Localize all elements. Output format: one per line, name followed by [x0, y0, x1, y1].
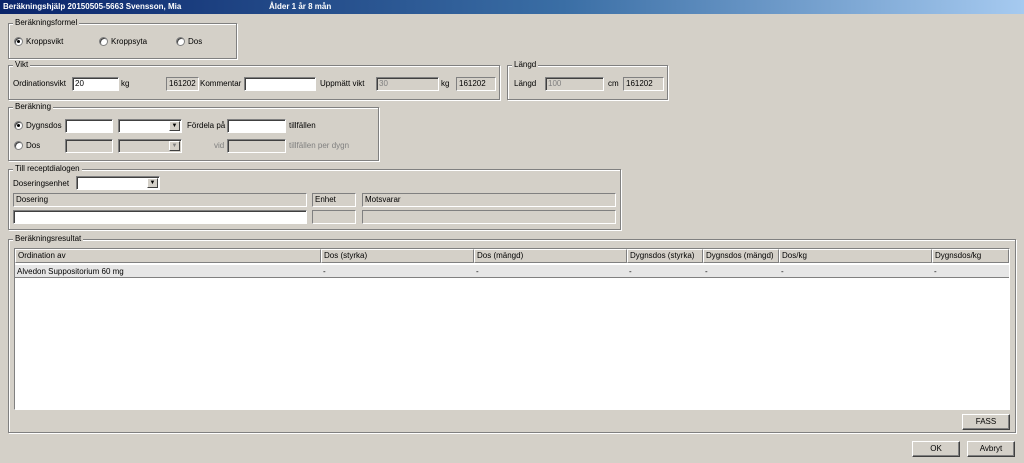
radio-dos[interactable]: [176, 37, 185, 46]
label-kroppsvikt: Kroppsvikt: [26, 37, 64, 46]
column-header-ordination[interactable]: Ordination av: [15, 249, 321, 263]
dygnsdos-input[interactable]: [65, 119, 113, 133]
length-unit: cm: [608, 79, 619, 88]
column-header-dos-kg[interactable]: Dos/kg: [779, 249, 932, 263]
dos-unit-select: ▼: [118, 139, 182, 153]
dos-unit-value: [119, 140, 121, 149]
ok-button[interactable]: OK: [912, 441, 960, 457]
table-cell: -: [323, 267, 326, 276]
radio-dygnsdos[interactable]: [14, 121, 23, 130]
radio-kroppsyta[interactable]: [99, 37, 108, 46]
length-date: 161202: [623, 77, 664, 91]
calculation-group: Beräkning Dygnsdos ▼ Fördela på tillfäll…: [8, 102, 379, 161]
dos-input: [65, 139, 113, 153]
ordinationsvikt-input[interactable]: 20: [72, 77, 119, 91]
label-dygnsdos: Dygnsdos: [26, 121, 62, 130]
window-title: Beräkningshjälp 20150505-5663 Svensson, …: [3, 2, 182, 11]
doseringsenhet-select[interactable]: ▼: [76, 176, 160, 190]
dosering-input[interactable]: [13, 210, 307, 224]
vid-label: vid: [214, 141, 225, 150]
motsvarar-value: [362, 210, 616, 224]
label-kroppsyta: Kroppsyta: [111, 37, 148, 46]
chevron-down-icon[interactable]: ▼: [169, 121, 180, 131]
table-cell: -: [705, 267, 708, 276]
uppmatt-vikt-input: 30: [376, 77, 439, 91]
column-header-dos-mangd[interactable]: Dos (mängd): [474, 249, 627, 263]
fordela-label: Fördela på: [187, 121, 226, 130]
length-group: Längd Längd 100 cm 161202: [507, 60, 668, 100]
enhet-header: Enhet: [312, 193, 356, 207]
formula-legend: Beräkningsformel: [13, 18, 80, 28]
motsvarar-header: Motsvarar: [362, 193, 616, 207]
label-dos: Dos: [188, 37, 203, 46]
fass-button[interactable]: FASS: [962, 414, 1010, 430]
length-label: Längd: [514, 79, 537, 88]
kommentar-input[interactable]: [244, 77, 316, 91]
column-header-dygnsdos-mangd[interactable]: Dygnsdos (mängd): [703, 249, 779, 263]
result-group: Beräkningsresultat Ordination av Dos (st…: [8, 234, 1016, 433]
chevron-down-icon[interactable]: ▼: [147, 178, 158, 188]
radio-dos-berakning[interactable]: [14, 141, 23, 150]
length-legend: Längd: [512, 60, 539, 70]
vid-input: [227, 139, 286, 153]
result-legend: Beräkningsresultat: [13, 234, 84, 244]
label-dos-berakning: Dos: [26, 141, 41, 150]
enhet-value: [312, 210, 356, 224]
formula-group: Beräkningsformel Kroppsvikt Kroppsyta Do…: [8, 18, 237, 59]
uppmatt-vikt-date: 161202: [456, 77, 496, 91]
weight-legend: Vikt: [13, 60, 31, 70]
weight-group: Vikt Ordinationsvikt 20 kg 161202 Kommen…: [8, 60, 500, 100]
kommentar-label: Kommentar: [200, 79, 242, 88]
doseringsenhet-value: [77, 177, 79, 186]
ordinationsvikt-unit: kg: [121, 79, 130, 88]
column-header-dygnsdos-kg[interactable]: Dygnsdos/kg: [932, 249, 1009, 263]
table-cell: -: [781, 267, 784, 276]
tillfallen-label: tillfällen: [289, 121, 316, 130]
column-header-dygnsdos-styrka[interactable]: Dygnsdos (styrka): [627, 249, 703, 263]
prescription-legend: Till receptdialogen: [13, 164, 82, 174]
doseringsenhet-label: Doseringsenhet: [13, 179, 70, 188]
ordinationsvikt-date: 161202: [166, 77, 199, 91]
patient-age: Ålder 1 år 8 mån: [269, 2, 332, 11]
cancel-button[interactable]: Avbryt: [967, 441, 1015, 457]
table-cell: -: [629, 267, 632, 276]
ordinationsvikt-label: Ordinationsvikt: [13, 79, 66, 88]
fordela-input[interactable]: [227, 119, 286, 133]
radio-kroppsvikt[interactable]: [14, 37, 23, 46]
title-bar: Beräkningshjälp 20150505-5663 Svensson, …: [0, 0, 1024, 14]
prescription-group: Till receptdialogen Doseringsenhet ▼ Dos…: [8, 164, 621, 230]
dygnsdos-unit-select[interactable]: ▼: [118, 119, 182, 133]
table-cell: -: [476, 267, 479, 276]
uppmatt-vikt-unit: kg: [441, 79, 450, 88]
table-cell: Alvedon Suppositorium 60 mg: [17, 267, 124, 276]
chevron-down-icon: ▼: [169, 141, 180, 151]
tillfallen-per-dygn-label: tillfällen per dygn: [289, 141, 350, 150]
result-table: Ordination av Dos (styrka) Dos (mängd) D…: [14, 248, 1010, 410]
dosering-header: Dosering: [13, 193, 307, 207]
length-input: 100: [545, 77, 604, 91]
dygnsdos-unit-value: [119, 120, 121, 129]
table-cell: -: [934, 267, 937, 276]
table-row[interactable]: Alvedon Suppositorium 60 mg - - - - - -: [15, 264, 1009, 278]
calculation-legend: Beräkning: [13, 102, 54, 112]
uppmatt-vikt-label: Uppmätt vikt: [320, 79, 365, 88]
column-header-dos-styrka[interactable]: Dos (styrka): [321, 249, 474, 263]
